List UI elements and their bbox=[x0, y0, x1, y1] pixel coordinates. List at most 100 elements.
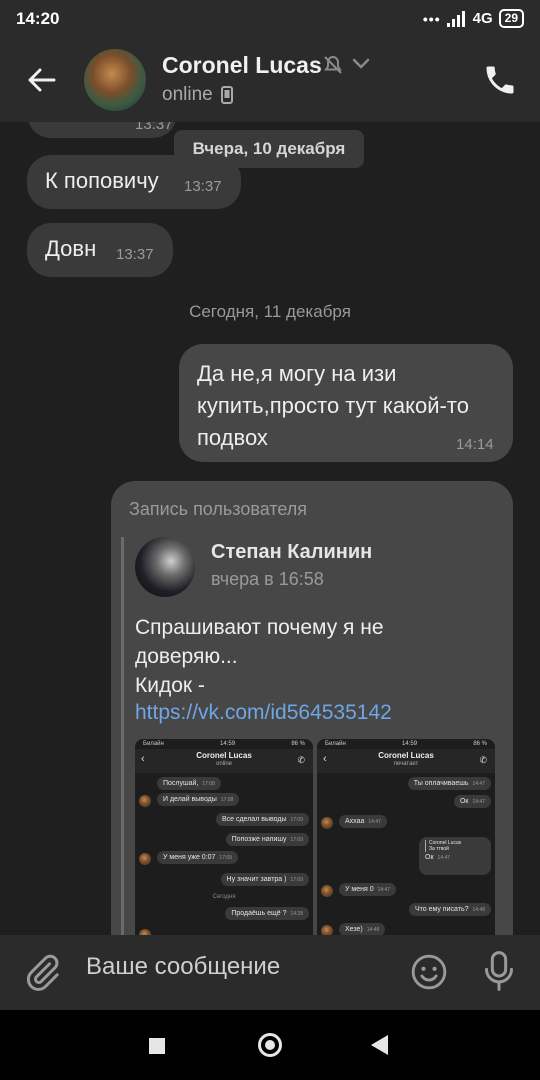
message-bubble-outgoing[interactable]: Да не,я могу на изи купить,просто тут ка… bbox=[179, 344, 513, 462]
screenshot-header: ‹ Coronel Lucas печатает ✆ bbox=[317, 749, 495, 773]
screenshot-message-time: 14:47 bbox=[472, 799, 485, 805]
screenshot-carrier: Билайн bbox=[143, 741, 164, 747]
recents-button[interactable] bbox=[149, 1038, 165, 1054]
message-line: Да не,я могу на изи bbox=[197, 361, 397, 386]
message-text: Да не,я могу на изи купить,просто тут ка… bbox=[197, 358, 469, 454]
screenshot-message-text: Продаёшь ещё ? bbox=[231, 910, 287, 917]
chevron-down-icon[interactable] bbox=[352, 58, 370, 70]
screenshot-message-text: Попозже напишу bbox=[231, 836, 287, 843]
screenshot-battery: 86 % bbox=[473, 741, 487, 747]
quote-bar bbox=[121, 537, 124, 935]
repost-card[interactable]: Запись пользователя Степан Калинин вчера… bbox=[111, 481, 513, 935]
repost-text-line: Спрашивают почему я не bbox=[135, 616, 384, 639]
mute-icon bbox=[324, 55, 342, 74]
system-back-button[interactable] bbox=[371, 1035, 388, 1055]
screenshot-reply-message: Coronel Lucas За ттвой Ок 14:47 bbox=[419, 837, 491, 875]
attached-screenshot[interactable]: Билайн 14:59 86 % ‹ Coronel Lucas online… bbox=[135, 739, 313, 935]
system-nav-bar bbox=[0, 1010, 540, 1080]
screenshot-message-time: 14:47 bbox=[377, 887, 391, 893]
screenshot-message: Ок 14:47 bbox=[453, 795, 491, 808]
screenshot-message-text: Ок bbox=[459, 798, 469, 805]
screenshot-name: Coronel Lucas bbox=[378, 751, 434, 760]
contact-status: online bbox=[162, 84, 233, 106]
network-type: 4G bbox=[472, 10, 493, 27]
screenshot-message-time: 14:48 bbox=[366, 927, 380, 933]
date-separator: Сегодня, 11 декабря bbox=[189, 302, 351, 321]
screenshot-message-text: Что ему писать? bbox=[414, 906, 469, 913]
screenshot-carrier: Билайн bbox=[325, 741, 346, 747]
screenshot-status: online bbox=[215, 761, 232, 767]
screenshot-message-time: 17:08 bbox=[220, 797, 234, 803]
message-line: подвох bbox=[197, 425, 268, 450]
screenshot-message: Все сделал выводы 17:09 bbox=[215, 813, 309, 826]
screenshot-message-text: Все сделал выводы bbox=[221, 816, 287, 823]
arrow-left-icon bbox=[28, 68, 56, 92]
screenshot-avatar bbox=[321, 885, 333, 897]
screenshot-message-text: У меня 0 bbox=[345, 886, 374, 893]
screenshot-message-time: 14:28 bbox=[290, 911, 303, 917]
message-time: 13:37 bbox=[116, 246, 154, 263]
attach-icon[interactable] bbox=[22, 953, 62, 993]
author-avatar[interactable] bbox=[135, 537, 195, 597]
screenshot-status: печатает bbox=[393, 761, 419, 767]
mobile-device-icon bbox=[220, 86, 233, 104]
screenshot-message: У меня 0 14:47 bbox=[339, 883, 397, 896]
message-time: 13:37 bbox=[135, 122, 173, 133]
repost-author[interactable]: Степан Калинин bbox=[211, 541, 372, 564]
screenshot-message: Аххаа 14:47 bbox=[339, 815, 387, 828]
home-button[interactable] bbox=[258, 1033, 282, 1057]
battery-icon: 29 bbox=[498, 9, 524, 28]
screenshot-message: У меня уже 0:07 17:09 bbox=[157, 851, 238, 864]
attached-screenshot[interactable]: Билайн 14:59 86 % ‹ Coronel Lucas печата… bbox=[317, 739, 495, 935]
screenshot-message: Попозже напишу 17:09 bbox=[225, 833, 309, 846]
screenshot-message-text: И делай выводы bbox=[163, 796, 217, 803]
screenshot-time: 14:59 bbox=[402, 741, 418, 747]
screenshot-message-time: 17:08 bbox=[202, 781, 215, 787]
emoji-icon[interactable] bbox=[410, 953, 448, 991]
screenshot-message: Послушай, 17:08 bbox=[157, 777, 221, 790]
profile-link[interactable]: https://vk.com/id564535142 bbox=[135, 701, 392, 725]
screenshot-name: Coronel Lucas bbox=[196, 751, 252, 760]
screenshot-message-text: Ок 14:47 bbox=[425, 854, 451, 861]
message-time: 13:37 bbox=[184, 178, 222, 195]
screenshot-status-bar: Билайн 14:59 86 % bbox=[135, 739, 313, 749]
screenshot-message-text: Ну значит завтра ) bbox=[226, 876, 287, 883]
message-text: К поповичу bbox=[45, 168, 159, 193]
repost-date: вчера в 16:58 bbox=[211, 569, 324, 589]
message-list[interactable]: 13:37 Вчера, 10 декабря К поповичу 13:37… bbox=[0, 122, 540, 935]
message-input[interactable]: Ваше сообщение bbox=[86, 953, 280, 981]
screenshot-date-separator: Сегодня bbox=[212, 894, 236, 900]
screenshot-avatar bbox=[139, 795, 151, 807]
screenshot-message: Что ему писать? 14:48 bbox=[408, 903, 491, 916]
screenshot-message-time: 14:48 bbox=[472, 907, 485, 913]
status-bar: 14:20 ••• 4G 29 bbox=[0, 0, 540, 38]
screenshot-reply-quote: За ттвой bbox=[425, 846, 485, 852]
message-time: 14:14 bbox=[456, 436, 494, 453]
screenshot-header: ‹ Coronel Lucas online ✆ bbox=[135, 749, 313, 773]
call-button[interactable] bbox=[482, 62, 518, 98]
screenshot-message-time: 14:47 bbox=[472, 781, 485, 787]
message-bubble-incoming[interactable]: К поповичу 13:37 bbox=[27, 155, 241, 209]
screenshot-message: Ну значит завтра ) 17:09 bbox=[220, 873, 309, 886]
screenshot-message-text: Хезе) bbox=[345, 926, 363, 933]
screenshot-time: 14:59 bbox=[220, 741, 236, 747]
screenshot-message: Хезе) 14:48 bbox=[339, 923, 386, 935]
screenshot-message-time: 14:47 bbox=[437, 855, 451, 861]
message-bubble-incoming[interactable]: Довн 13:37 bbox=[27, 223, 173, 277]
status-text: online bbox=[162, 84, 213, 105]
repost-label: Запись пользователя bbox=[129, 499, 308, 519]
microphone-icon[interactable] bbox=[482, 951, 516, 991]
back-button[interactable] bbox=[22, 60, 62, 100]
screenshot-avatar bbox=[139, 853, 151, 865]
dots-icon: ••• bbox=[422, 10, 441, 27]
screenshot-message-text: Ты оплачиваешь bbox=[413, 780, 469, 787]
screenshot-message-time: 17:09 bbox=[290, 877, 303, 883]
message-bubble-partial[interactable]: 13:37 bbox=[27, 122, 177, 138]
screenshot-phone-icon: ✆ bbox=[479, 755, 487, 765]
contact-name[interactable]: Coronel Lucas bbox=[162, 52, 322, 79]
contact-avatar[interactable] bbox=[84, 49, 146, 111]
screenshot-message-text: Аххаа bbox=[345, 818, 365, 825]
screenshot-avatar bbox=[321, 817, 333, 829]
repost-text-line: Кидок - bbox=[135, 674, 205, 697]
screenshot-message-time: 17:09 bbox=[290, 817, 303, 823]
